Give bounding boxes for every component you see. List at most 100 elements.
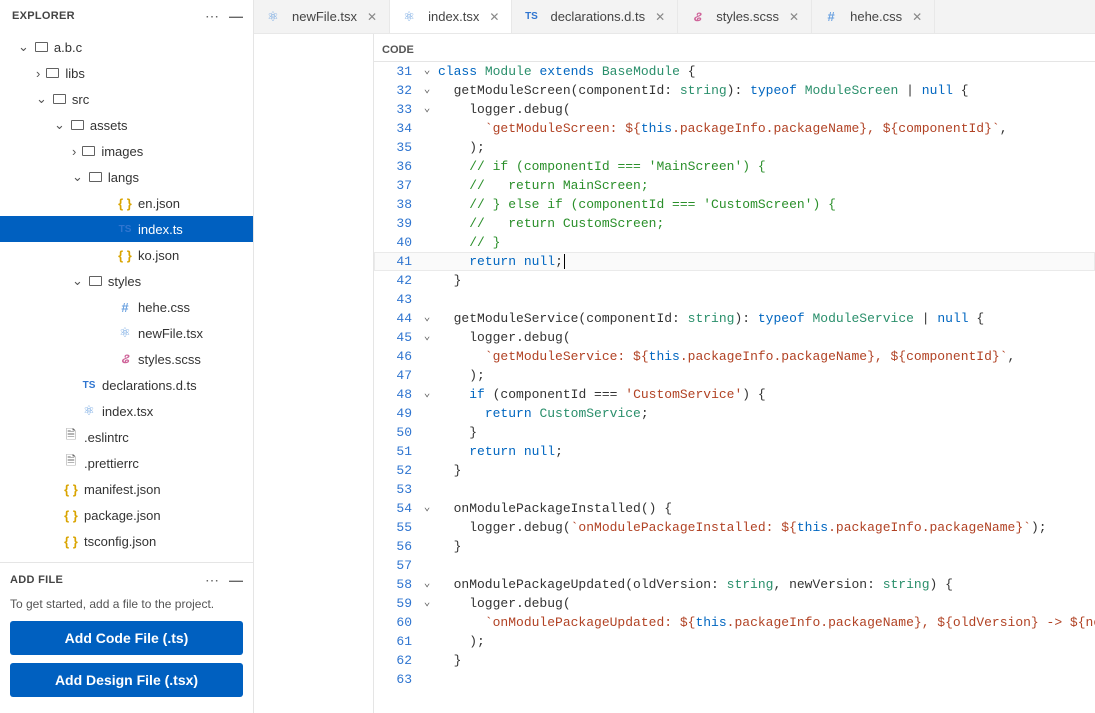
chevron-open-icon[interactable]: ⌄ xyxy=(54,117,65,133)
code-line[interactable]: 53 xyxy=(374,480,1095,499)
chevron-closed-icon[interactable]: › xyxy=(72,144,76,159)
tree-item[interactable]: TSindex.ts xyxy=(0,216,253,242)
tree-item[interactable]: ⌄styles xyxy=(0,268,253,294)
code-line[interactable]: 44⌄ getModuleService(componentId: string… xyxy=(374,309,1095,328)
code-line[interactable]: 62 } xyxy=(374,651,1095,670)
code-line[interactable]: 39 // return CustomScreen; xyxy=(374,214,1095,233)
code-line[interactable]: 57 xyxy=(374,556,1095,575)
code-line[interactable]: 50 } xyxy=(374,423,1095,442)
tree-item[interactable]: ⌄langs xyxy=(0,164,253,190)
code-line[interactable]: 55 logger.debug(`onModulePackageInstalle… xyxy=(374,518,1095,537)
code-line[interactable]: 47 ); xyxy=(374,366,1095,385)
editor-main: ⚛newFile.tsx✕⚛index.tsx✕TSdeclarations.d… xyxy=(254,0,1095,713)
fold-icon[interactable]: ⌄ xyxy=(418,499,436,518)
tab[interactable]: TSdeclarations.d.ts✕ xyxy=(512,0,678,33)
code-line[interactable]: 52 } xyxy=(374,461,1095,480)
code-line[interactable]: 41 return null; xyxy=(374,252,1095,271)
fold-icon[interactable]: ⌄ xyxy=(418,62,436,81)
tree-item[interactable]: ⌄a.b.c xyxy=(0,34,253,60)
folder-icon xyxy=(71,120,84,130)
tree-item[interactable]: ›libs xyxy=(0,60,253,86)
fold-icon[interactable]: ⌄ xyxy=(418,309,436,328)
minimize-icon[interactable]: — xyxy=(229,573,243,587)
code-line[interactable]: 58⌄ onModulePackageUpdated(oldVersion: s… xyxy=(374,575,1095,594)
code-text: } xyxy=(436,537,461,556)
tab[interactable]: ⚛index.tsx✕ xyxy=(390,0,512,33)
code-line[interactable]: 43 xyxy=(374,290,1095,309)
code-line[interactable]: 35 ); xyxy=(374,138,1095,157)
code-line[interactable]: 45⌄ logger.debug( xyxy=(374,328,1095,347)
fold-icon[interactable]: ⌄ xyxy=(418,328,436,347)
code-line[interactable]: 59⌄ logger.debug( xyxy=(374,594,1095,613)
code-line[interactable]: 40 // } xyxy=(374,233,1095,252)
code-line[interactable]: 37 // return MainScreen; xyxy=(374,176,1095,195)
chevron-open-icon[interactable]: ⌄ xyxy=(72,169,83,185)
code-line[interactable]: 31⌄class Module extends BaseModule { xyxy=(374,62,1095,81)
tree-item[interactable]: { }package.json xyxy=(0,502,253,528)
tree-item[interactable]: ⚛index.tsx xyxy=(0,398,253,424)
chevron-open-icon[interactable]: ⌄ xyxy=(36,91,47,107)
code-line[interactable]: 49 return CustomService; xyxy=(374,404,1095,423)
fold-icon[interactable]: ⌄ xyxy=(418,575,436,594)
code-line[interactable]: 32⌄ getModuleScreen(componentId: string)… xyxy=(374,81,1095,100)
ellipsis-icon[interactable]: ⋯ xyxy=(205,9,219,23)
tree-item[interactable]: TSdeclarations.d.ts xyxy=(0,372,253,398)
fold-icon[interactable]: ⌄ xyxy=(418,594,436,613)
code-line[interactable]: 56 } xyxy=(374,537,1095,556)
chevron-closed-icon[interactable]: › xyxy=(36,66,40,81)
code-line[interactable]: 38 // } else if (componentId === 'Custom… xyxy=(374,195,1095,214)
code-area[interactable]: 31⌄class Module extends BaseModule {32⌄ … xyxy=(374,62,1095,713)
tree-item[interactable]: ›images xyxy=(0,138,253,164)
tree-item[interactable]: #hehe.css xyxy=(0,294,253,320)
code-line[interactable]: 36 // if (componentId === 'MainScreen') … xyxy=(374,157,1095,176)
code-line[interactable]: 51 return null; xyxy=(374,442,1095,461)
code-line[interactable]: 61 ); xyxy=(374,632,1095,651)
tab[interactable]: #hehe.css✕ xyxy=(812,0,935,33)
tree-item[interactable]: 🗎.eslintrc xyxy=(0,424,253,450)
tab[interactable]: ଌstyles.scss✕ xyxy=(678,0,812,33)
ellipsis-icon[interactable]: ⋯ xyxy=(205,573,219,587)
code-line[interactable]: 46 `getModuleService: ${this.packageInfo… xyxy=(374,347,1095,366)
code-text: } xyxy=(436,461,461,480)
code-line[interactable]: 42 } xyxy=(374,271,1095,290)
close-icon[interactable]: ✕ xyxy=(489,10,499,24)
tree-item[interactable]: ⌄assets xyxy=(0,112,253,138)
minimize-icon[interactable]: — xyxy=(229,9,243,23)
close-icon[interactable]: ✕ xyxy=(655,10,665,24)
tree-item[interactable]: { } ko.json xyxy=(0,242,253,268)
code-line[interactable]: 54⌄ onModulePackageInstalled() { xyxy=(374,499,1095,518)
tab[interactable]: ⚛newFile.tsx✕ xyxy=(254,0,390,33)
tree-item[interactable]: ⚛newFile.tsx xyxy=(0,320,253,346)
chevron-open-icon[interactable]: ⌄ xyxy=(72,273,83,289)
chevron-open-icon[interactable]: ⌄ xyxy=(18,39,29,55)
tree-item-label: ko.json xyxy=(138,248,179,263)
code-text: // return CustomScreen; xyxy=(436,214,664,233)
code-text xyxy=(436,290,438,309)
tree-item[interactable]: { }tsconfig.json xyxy=(0,528,253,554)
close-icon[interactable]: ✕ xyxy=(912,10,922,24)
yellow-icon: { } xyxy=(116,248,134,263)
add-code-file-button[interactable]: Add Code File (.ts) xyxy=(10,621,243,655)
code-line[interactable]: 63 xyxy=(374,670,1095,689)
tree-item[interactable]: { }en.json xyxy=(0,190,253,216)
tab-label: newFile.tsx xyxy=(292,9,357,24)
tree-item[interactable]: 🗎.prettierrc xyxy=(0,450,253,476)
line-number: 41 xyxy=(374,252,418,271)
code-line[interactable]: 33⌄ logger.debug( xyxy=(374,100,1095,119)
fold-icon[interactable]: ⌄ xyxy=(418,81,436,100)
close-icon[interactable]: ✕ xyxy=(789,10,799,24)
fold-icon[interactable]: ⌄ xyxy=(418,100,436,119)
tree-item[interactable]: ଌstyles.scss xyxy=(0,346,253,372)
add-design-file-button[interactable]: Add Design File (.tsx) xyxy=(10,663,243,697)
editor: CODE 31⌄class Module extends BaseModule … xyxy=(374,34,1095,713)
line-number: 32 xyxy=(374,81,418,100)
tree-item[interactable]: { }manifest.json xyxy=(0,476,253,502)
code-line[interactable]: 48⌄ if (componentId === 'CustomService')… xyxy=(374,385,1095,404)
code-text: return null; xyxy=(436,442,563,461)
code-line[interactable]: 60 `onModulePackageUpdated: ${this.packa… xyxy=(374,613,1095,632)
tree-item[interactable]: ⌄src xyxy=(0,86,253,112)
file-tree[interactable]: ⌄a.b.c›libs⌄src⌄assets›images⌄langs{ }en… xyxy=(0,32,253,562)
fold-icon[interactable]: ⌄ xyxy=(418,385,436,404)
code-line[interactable]: 34 `getModuleScreen: ${this.packageInfo.… xyxy=(374,119,1095,138)
close-icon[interactable]: ✕ xyxy=(367,10,377,24)
